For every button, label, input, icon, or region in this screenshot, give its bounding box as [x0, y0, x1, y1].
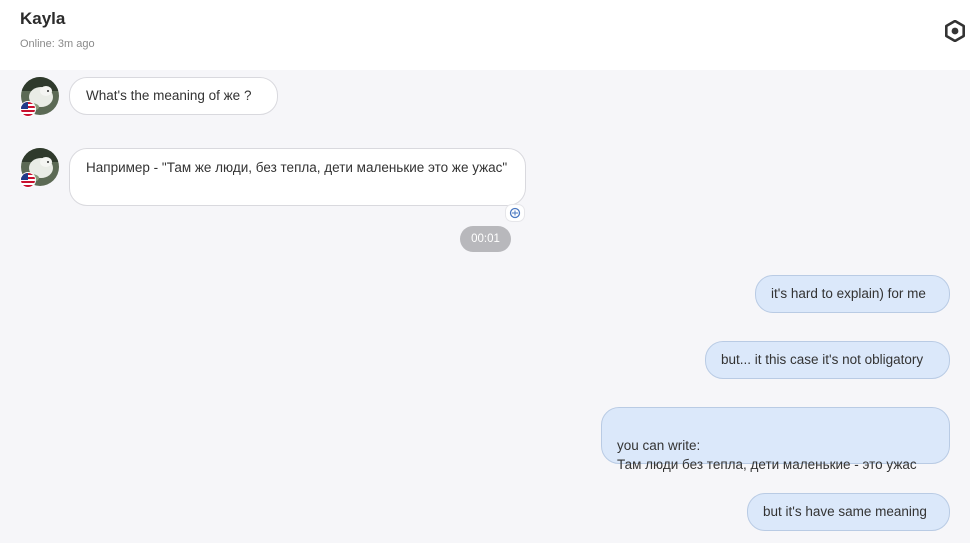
message-text: you can write: Там люди без тепла, дети …: [617, 438, 917, 472]
online-status: Online: 3m ago: [20, 38, 95, 50]
us-flag-icon: [20, 101, 36, 117]
message-text: Например - "Там же люди, без тепла, дети…: [86, 160, 508, 175]
message-text: but... it this case it's not obligatory: [721, 352, 924, 367]
outgoing-message[interactable]: you can write: Там люди без тепла, дети …: [601, 407, 950, 472]
message-text: What's the meaning of же ?: [86, 88, 252, 103]
avatar[interactable]: [20, 148, 59, 188]
message-text: it's hard to explain) for me: [771, 286, 926, 301]
message-text: but it's have same meaning: [763, 504, 927, 519]
outgoing-message[interactable]: but it's have same meaning: [747, 493, 950, 531]
outgoing-message[interactable]: it's hard to explain) for me: [755, 275, 950, 313]
incoming-message[interactable]: What's the meaning of же ?: [69, 77, 278, 115]
outgoing-message[interactable]: but... it this case it's not obligatory: [705, 341, 950, 379]
chat-header: Kayla Online: 3m ago: [0, 0, 970, 70]
gear-icon[interactable]: [944, 19, 966, 43]
contact-name[interactable]: Kayla: [20, 9, 65, 29]
avatar[interactable]: [20, 77, 59, 117]
translate-icon[interactable]: [506, 205, 524, 221]
incoming-message[interactable]: Например - "Там же люди, без тепла, дети…: [69, 148, 526, 206]
us-flag-icon: [20, 172, 36, 188]
message-timestamp: 00:01: [460, 226, 511, 252]
